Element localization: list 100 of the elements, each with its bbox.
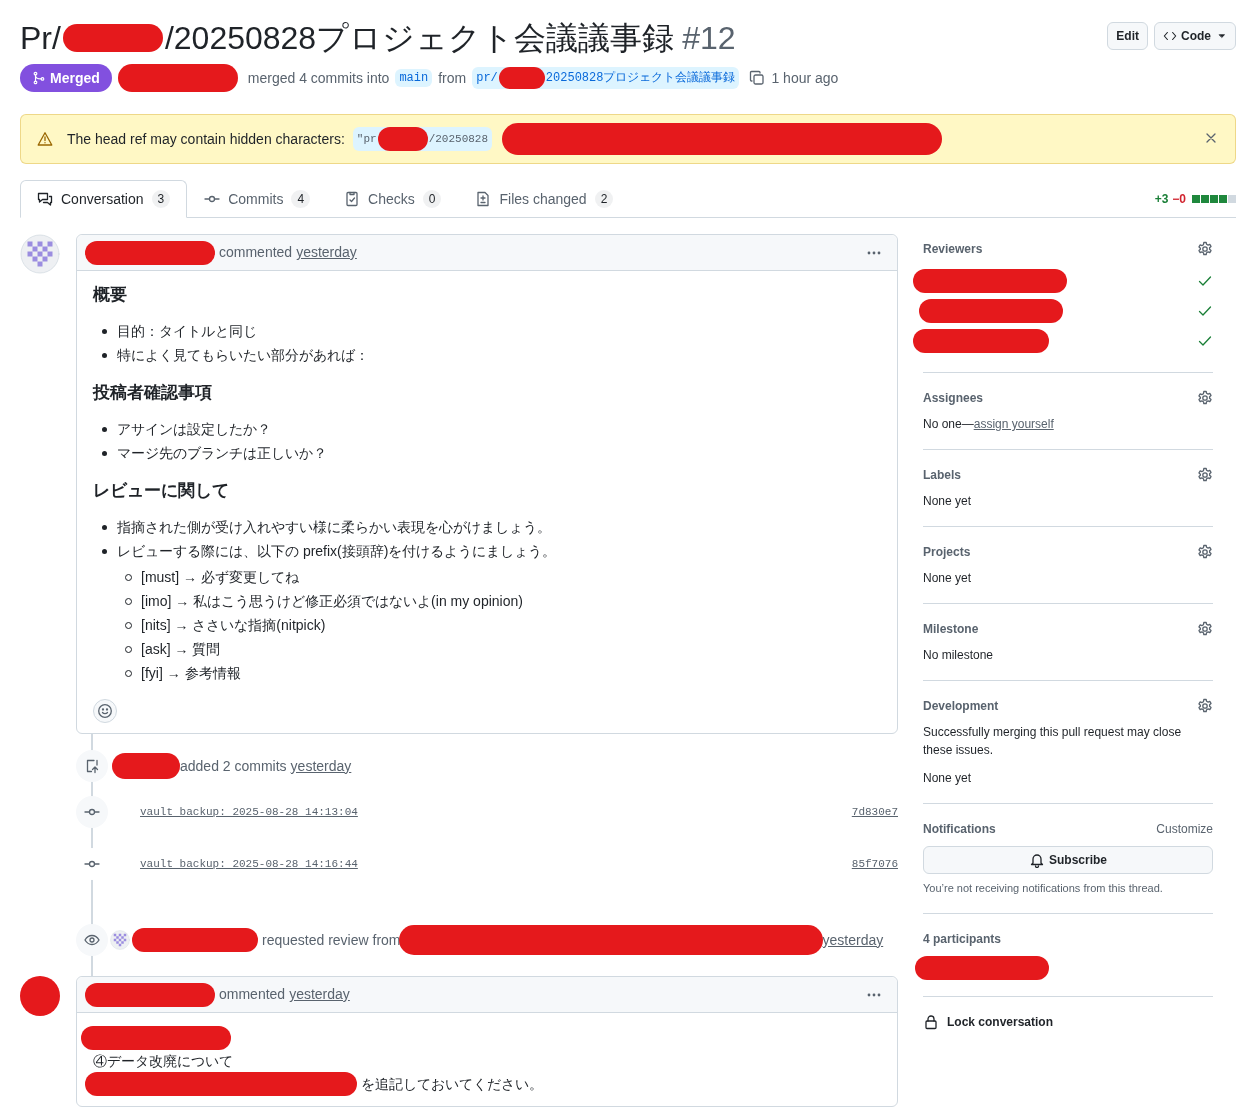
avatar bbox=[110, 930, 130, 950]
settings-button[interactable] bbox=[1197, 698, 1213, 714]
settings-icon bbox=[1197, 544, 1213, 560]
bullet-icon bbox=[102, 427, 107, 432]
timestamp-link[interactable]: yesterday bbox=[290, 755, 352, 777]
edit-button[interactable]: Edit bbox=[1107, 22, 1148, 50]
sidebar-heading: Labels bbox=[923, 467, 961, 484]
branch-name[interactable]: main bbox=[395, 69, 433, 87]
assign-yourself-link[interactable]: assign yourself bbox=[973, 415, 1054, 433]
settings-button[interactable] bbox=[1197, 621, 1213, 637]
tab-icon bbox=[344, 191, 361, 207]
settings-button[interactable] bbox=[1197, 467, 1213, 483]
list-item-text: [must] → 必ず変更してね bbox=[141, 568, 299, 587]
tab[interactable]: Files changed 2 bbox=[458, 180, 631, 218]
bullet-icon bbox=[102, 329, 107, 334]
pr-title: Pr/ /20250828プロジェクト会議議事録 #12 bbox=[20, 19, 736, 58]
tab[interactable]: Checks 0 bbox=[327, 180, 459, 218]
bell-icon bbox=[1029, 852, 1045, 868]
timestamp: 1 hour ago bbox=[771, 68, 839, 88]
more-button[interactable] bbox=[867, 992, 881, 997]
commit-message-link[interactable]: vault backup: 2025-08-28 14:13:04 bbox=[140, 803, 358, 821]
avatar bbox=[20, 234, 60, 274]
timestamp-link[interactable]: yesterday bbox=[296, 242, 357, 263]
bullet-icon bbox=[102, 353, 107, 358]
code-icon bbox=[1163, 29, 1177, 43]
sidebar-heading: 4 participants bbox=[923, 930, 1002, 948]
list-item-text: 指摘された側が受け入れやすい様に柔らかい表現を心がけましょう。 bbox=[117, 518, 551, 537]
sidebar-heading: Notifications bbox=[923, 821, 996, 838]
list-item-text: 目的：タイトルと同じ bbox=[117, 322, 257, 341]
tab[interactable]: Commits 4 bbox=[187, 180, 328, 218]
status-text: from bbox=[438, 68, 467, 88]
timestamp-link[interactable]: yesterday bbox=[289, 984, 350, 1005]
bullet-icon bbox=[102, 549, 107, 554]
merged-badge: Merged bbox=[20, 64, 112, 92]
list-item-text: 特によく見てもらいたい部分があれば： bbox=[117, 346, 369, 365]
settings-icon bbox=[1197, 241, 1213, 257]
additions-count: +3 bbox=[1154, 190, 1169, 208]
sidebar-text: None yet bbox=[923, 493, 973, 510]
commit-sha-link[interactable]: 85f7076 bbox=[851, 855, 898, 873]
paragraph-text: ④データ改廃について bbox=[93, 1051, 234, 1071]
list-item-text: [nits] → ささいな指摘(nitpick) bbox=[141, 616, 326, 635]
commit-message-link[interactable]: vault backup: 2025-08-28 14:16:44 bbox=[140, 855, 358, 873]
more-icon bbox=[867, 250, 881, 255]
settings-button[interactable] bbox=[1197, 241, 1213, 257]
customize-link[interactable]: Customize bbox=[1156, 820, 1213, 838]
settings-icon bbox=[1197, 621, 1213, 637]
commit-sha-link[interactable]: 7d830e7 bbox=[851, 803, 898, 821]
lock-conversation-button[interactable]: Lock conversation bbox=[923, 1013, 1054, 1032]
section-heading: 投稿者確認事項 bbox=[93, 382, 213, 404]
sidebar-text: No one— bbox=[923, 416, 974, 433]
subscribe-button[interactable]: Subscribe bbox=[923, 846, 1213, 874]
tab-icon bbox=[475, 191, 492, 207]
list-item-text: [imo] → 私はこう思うけど修正必須ではないよ(in my opinion) bbox=[141, 592, 523, 611]
branch-name[interactable]: pr/ 20250828プロジェクト会議議事録 bbox=[472, 67, 740, 89]
list-item-text: レビューする際には、以下の prefix(接頭辞)を付けるようにましょう。 bbox=[117, 542, 557, 561]
sidebar-note: You’re not receiving notifications from this thread. bbox=[923, 881, 1164, 896]
sidebar-text: None yet bbox=[923, 570, 973, 587]
sidebar-text: Successfully merging this pull request may close these issues. bbox=[923, 724, 1183, 759]
paragraph-text: を追記しておいてください。 bbox=[361, 1074, 543, 1094]
sidebar-text: No milestone bbox=[923, 647, 995, 664]
settings-icon bbox=[1197, 467, 1213, 483]
bullet-icon bbox=[102, 451, 107, 456]
list-item-text: [ask] → 質問 bbox=[141, 640, 221, 659]
comment-action: ommented bbox=[219, 985, 286, 1004]
copy-icon[interactable] bbox=[749, 70, 766, 86]
settings-icon bbox=[1197, 698, 1213, 714]
lock-icon bbox=[923, 1014, 939, 1031]
status-text: merged 4 commits into bbox=[247, 68, 390, 88]
warning-text: The head ref may contain hidden characters: bbox=[67, 129, 345, 149]
settings-button[interactable] bbox=[1197, 544, 1213, 560]
list-item-text: マージ先のブランチは正しいか？ bbox=[117, 444, 327, 463]
code-button[interactable]: Code bbox=[1154, 22, 1236, 50]
sidebar-text: None yet bbox=[923, 770, 973, 787]
list-item-text: [fyi] → 参考情報 bbox=[141, 664, 241, 683]
merge-icon bbox=[32, 71, 46, 85]
tab[interactable]: Conversation 3 bbox=[20, 180, 188, 218]
sidebar-heading: Development bbox=[923, 698, 999, 715]
redaction-mark bbox=[377, 127, 428, 151]
more-icon bbox=[867, 992, 881, 997]
settings-button[interactable] bbox=[1197, 390, 1213, 406]
section-heading: レビューに関して bbox=[93, 480, 230, 502]
bullet-icon bbox=[102, 525, 107, 530]
sidebar-heading: Projects bbox=[923, 544, 971, 561]
sidebar-heading: Reviewers bbox=[923, 241, 983, 258]
redaction-mark bbox=[112, 753, 180, 779]
caret-icon bbox=[1217, 31, 1227, 41]
event-text: added 2 commits bbox=[180, 756, 287, 776]
add-reaction-button[interactable] bbox=[93, 699, 117, 723]
redaction-mark bbox=[498, 67, 545, 89]
list-item-text: アサインは設定したか？ bbox=[117, 420, 271, 439]
redaction-mark bbox=[20, 976, 60, 1016]
settings-icon bbox=[1197, 390, 1213, 406]
ref-name: "pr /20250828 bbox=[352, 127, 493, 151]
more-button[interactable] bbox=[867, 250, 881, 255]
section-heading: 概要 bbox=[93, 284, 128, 306]
sidebar-heading: Assignees bbox=[923, 390, 984, 407]
tab-icon bbox=[37, 191, 53, 207]
sidebar-heading: Milestone bbox=[923, 621, 979, 638]
push-icon bbox=[84, 758, 100, 774]
smiley-icon bbox=[97, 703, 113, 719]
